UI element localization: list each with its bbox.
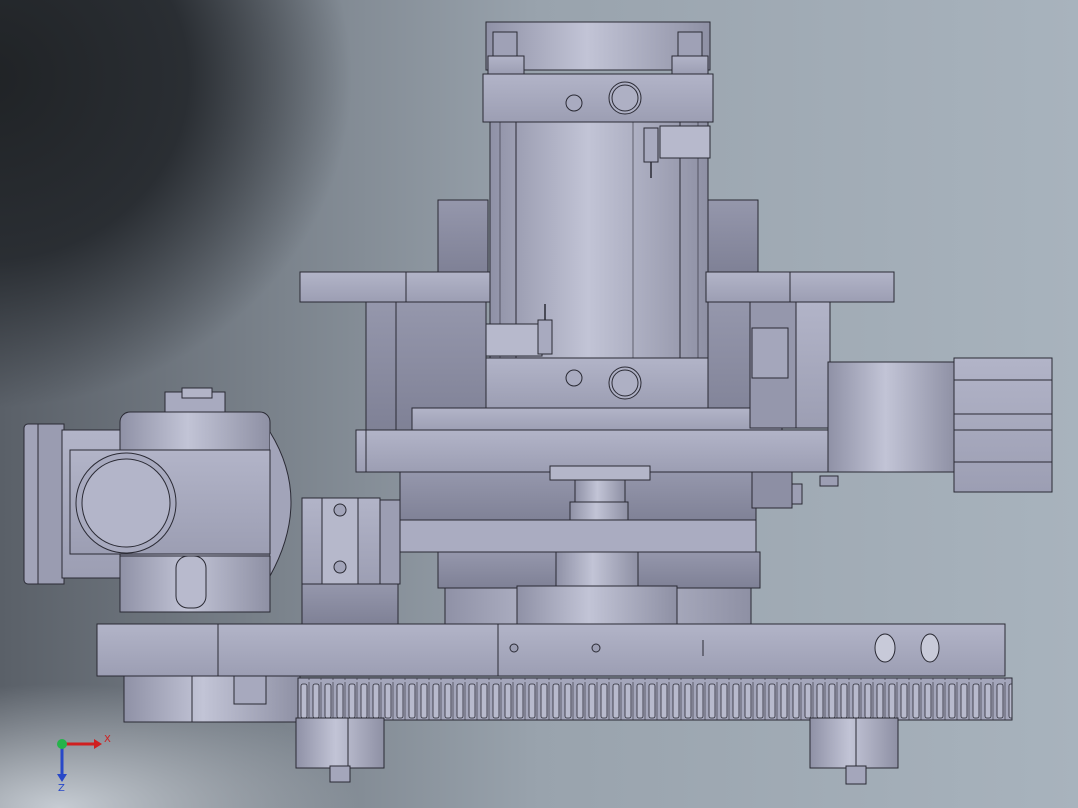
pinion-right — [809, 717, 899, 769]
base-slot-left — [874, 633, 896, 663]
nut-left — [487, 55, 525, 75]
lower-flange — [482, 357, 714, 409]
coupling-block[interactable] — [301, 497, 401, 625]
top-plate-right — [705, 271, 895, 303]
x-axis-label: X — [104, 734, 111, 745]
orientation-triad: X Z — [57, 734, 111, 792]
lower-flange-port — [608, 366, 642, 400]
ring-gear-teeth — [297, 677, 1013, 721]
motor-body — [827, 361, 957, 473]
z-axis-arrowhead — [57, 774, 67, 782]
y-axis-dot — [57, 739, 67, 749]
motor-end-cap — [953, 357, 1053, 493]
z-axis-label: Z — [58, 783, 65, 792]
reed-sensor-lower — [485, 323, 543, 357]
lower-body-plate — [399, 519, 757, 553]
nut-right — [671, 55, 709, 75]
flange-hole — [565, 94, 583, 112]
base-hole — [509, 643, 519, 653]
top-plate-left — [299, 271, 491, 303]
ring-gear[interactable] — [297, 677, 1013, 721]
cylinder-assembly[interactable] — [482, 21, 714, 409]
cad-viewport[interactable]: X Z — [0, 0, 1078, 808]
base-plate-body — [96, 623, 1006, 677]
x-axis-arrowhead — [94, 739, 102, 749]
mounting-plate-upper — [411, 407, 783, 433]
reed-sensor-upper — [659, 125, 711, 159]
motor-adapter — [795, 301, 831, 429]
spindle-shaft — [574, 479, 626, 503]
cad-model-scene[interactable] — [0, 0, 1078, 808]
base-foot-left — [123, 675, 301, 723]
frame-post-left — [437, 199, 489, 273]
base-slot-right — [920, 633, 940, 663]
upper-flange — [482, 73, 714, 123]
spindle-collar — [549, 465, 651, 481]
flange-port — [608, 81, 642, 115]
pinion-left — [295, 717, 385, 769]
frame-post-right — [707, 199, 759, 273]
